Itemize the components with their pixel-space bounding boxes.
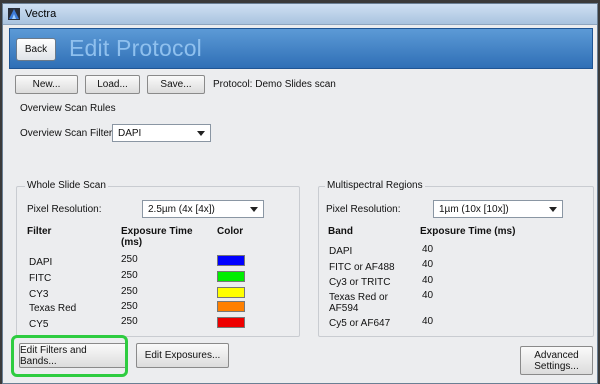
overview-filter-select[interactable]: DAPI [112,124,211,142]
band-row-name: Texas Red or AF594 [329,292,388,314]
multispectral-resolution-select[interactable]: 1µm (10x [10x]) [433,200,563,218]
multispectral-group-title: Multispectral Regions [325,180,425,191]
advanced-settings-button[interactable]: Advanced Settings... [520,346,593,375]
title-bar: Vectra [3,4,597,25]
filter-row-name: FITC [29,273,52,284]
load-button[interactable]: Load... [85,75,140,94]
filter-row-name: CY3 [29,289,49,300]
page-title: Edit Protocol [69,35,202,61]
band-row-exposure: 40 [422,316,434,327]
filter-row-exposure: 250 [121,316,138,327]
band-row-exposure: 40 [422,290,434,301]
vectra-app-icon [8,8,20,20]
edit-exposures-button[interactable]: Edit Exposures... [136,343,229,368]
overview-group-title: Overview Scan Rules [20,103,116,114]
color-swatch-blue[interactable] [217,255,245,266]
color-swatch-red[interactable] [217,317,245,328]
band-row-name: FITC or AF488 [329,262,395,273]
whole-slide-resolution-label: Pixel Resolution: [27,204,102,215]
filter-row-name: Texas Red [29,303,77,314]
new-button[interactable]: New... [15,75,78,94]
band-row-exposure: 40 [422,275,434,286]
protocol-name: Protocol: Demo Slides scan [213,79,336,90]
whole-slide-resolution-value: 2.5µm (4x [4x]) [148,204,215,215]
back-button[interactable]: Back [16,38,56,61]
highlight-outline [11,335,128,377]
col-header-band: Band [328,226,353,237]
col-header-filter: Filter [27,226,52,237]
col-header-ms-exposure: Exposure Time (ms) [420,226,516,237]
app-window: Vectra Back Edit Protocol New... Load...… [2,3,598,384]
band-row-name: DAPI [329,246,353,257]
overview-filter-value: DAPI [118,128,142,139]
whole-slide-resolution-select[interactable]: 2.5µm (4x [4x]) [142,200,264,218]
color-swatch-yellow[interactable] [217,287,245,298]
band-row-exposure: 40 [422,259,434,270]
band-row-exposure: 40 [422,244,434,255]
whole-slide-group-title: Whole Slide Scan [25,180,108,191]
filter-row-exposure: 250 [121,286,138,297]
chevron-down-icon [197,131,205,136]
filter-row-name: DAPI [29,257,53,268]
filter-row-name: CY5 [29,319,49,330]
chevron-down-icon [250,207,258,212]
filter-row-exposure: 250 [121,301,138,312]
multispectral-resolution-label: Pixel Resolution: [326,204,401,215]
filter-row-exposure: 250 [121,254,138,265]
band-row-name: Cy3 or TRITC [329,277,391,288]
multispectral-resolution-value: 1µm (10x [10x]) [439,204,509,215]
filter-row-exposure: 250 [121,270,138,281]
save-button[interactable]: Save... [147,75,205,94]
col-header-exposure: Exposure Time (ms) [121,226,193,248]
col-header-color: Color [217,226,244,237]
overview-filter-label: Overview Scan Filter: [20,128,116,139]
window-title: Vectra [25,8,57,20]
color-swatch-orange[interactable] [217,301,245,312]
page-header: Back Edit Protocol [9,28,593,69]
chevron-down-icon [549,207,557,212]
band-row-name: Cy5 or AF647 [329,318,391,329]
color-swatch-green[interactable] [217,271,245,282]
